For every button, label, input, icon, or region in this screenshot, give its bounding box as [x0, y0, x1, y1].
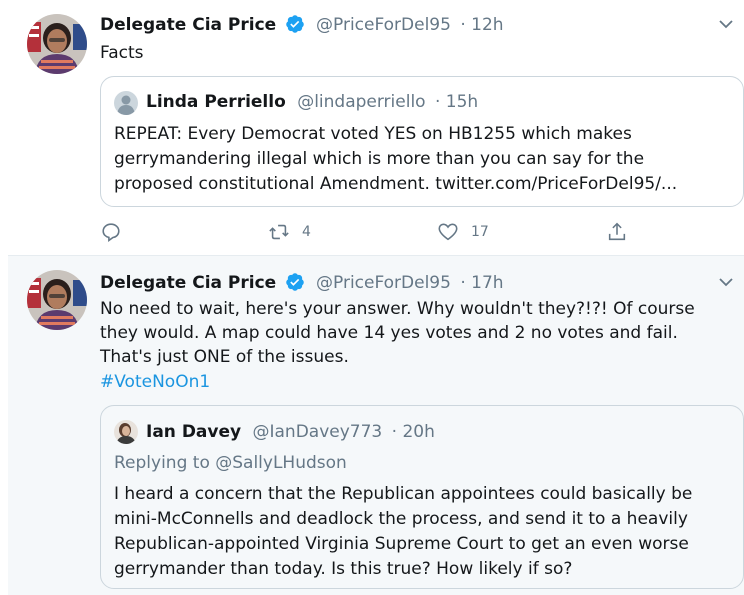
retweet-button[interactable]: 4 — [268, 218, 311, 246]
retweet-icon — [269, 224, 289, 240]
quoted-text: I heard a concern that the Republican ap… — [114, 484, 693, 579]
tweet-1[interactable]: Delegate Cia Price @PriceForDel95 · 12h … — [8, 0, 744, 256]
quoted-timestamp: · 15h — [434, 92, 479, 112]
quoted-avatar — [114, 420, 138, 444]
quoted-author-handle: @IanDavey773 — [252, 422, 383, 442]
author-handle[interactable]: @PriceForDel95 — [316, 273, 451, 293]
hashtag-link[interactable]: #VoteNoOn1 — [100, 370, 725, 394]
quoted-avatar — [114, 91, 138, 115]
like-button[interactable]: 17 — [437, 218, 489, 246]
tweet-text: Facts — [100, 43, 144, 63]
quoted-author-handle: @lindaperriello — [297, 92, 426, 112]
quoted-author-name: Linda Perriello — [146, 92, 286, 112]
verified-badge-icon — [285, 273, 304, 291]
verified-badge-icon — [285, 15, 304, 33]
avatar[interactable] — [27, 270, 87, 330]
quoted-text: REPEAT: Every Democrat voted YES on HB12… — [114, 124, 678, 194]
chevron-down-icon[interactable] — [718, 274, 734, 290]
quoted-author-name: Ian Davey — [146, 422, 242, 442]
avatar[interactable] — [27, 14, 87, 74]
author-name[interactable]: Delegate Cia Price — [100, 15, 276, 35]
tweet-header: Delegate Cia Price @PriceForDel95 · 17h — [100, 272, 504, 294]
tweet-header: Delegate Cia Price @PriceForDel95 · 12h — [100, 14, 504, 36]
action-bar: 4 17 — [100, 218, 640, 246]
author-name[interactable]: Delegate Cia Price — [100, 273, 276, 293]
quoted-header: Ian Davey @IanDavey773 · 20h — [146, 421, 435, 443]
quoted-timestamp: · 20h — [391, 422, 435, 442]
replying-to: Replying to @SallyLHudson — [114, 453, 347, 473]
chevron-down-icon[interactable] — [718, 16, 734, 32]
reply-icon — [102, 223, 120, 242]
share-button[interactable] — [606, 218, 628, 246]
quoted-tweet[interactable]: Ian Davey @IanDavey773 · 20h Replying to… — [100, 405, 744, 589]
timestamp[interactable]: · 12h — [460, 15, 503, 35]
author-handle[interactable]: @PriceForDel95 — [316, 15, 451, 35]
quoted-tweet[interactable]: Linda Perriello @lindaperriello · 15h RE… — [100, 76, 744, 207]
retweet-count: 4 — [302, 224, 311, 240]
reply-button[interactable] — [100, 218, 134, 246]
tweet-text: No need to wait, here's your answer. Why… — [100, 299, 695, 367]
like-count: 17 — [471, 224, 489, 240]
quoted-header: Linda Perriello @lindaperriello · 15h — [146, 91, 478, 113]
tweet-2[interactable]: Delegate Cia Price @PriceForDel95 · 17h … — [8, 256, 744, 595]
share-icon — [608, 222, 626, 241]
heart-icon — [438, 223, 458, 241]
timestamp[interactable]: · 17h — [460, 273, 503, 293]
